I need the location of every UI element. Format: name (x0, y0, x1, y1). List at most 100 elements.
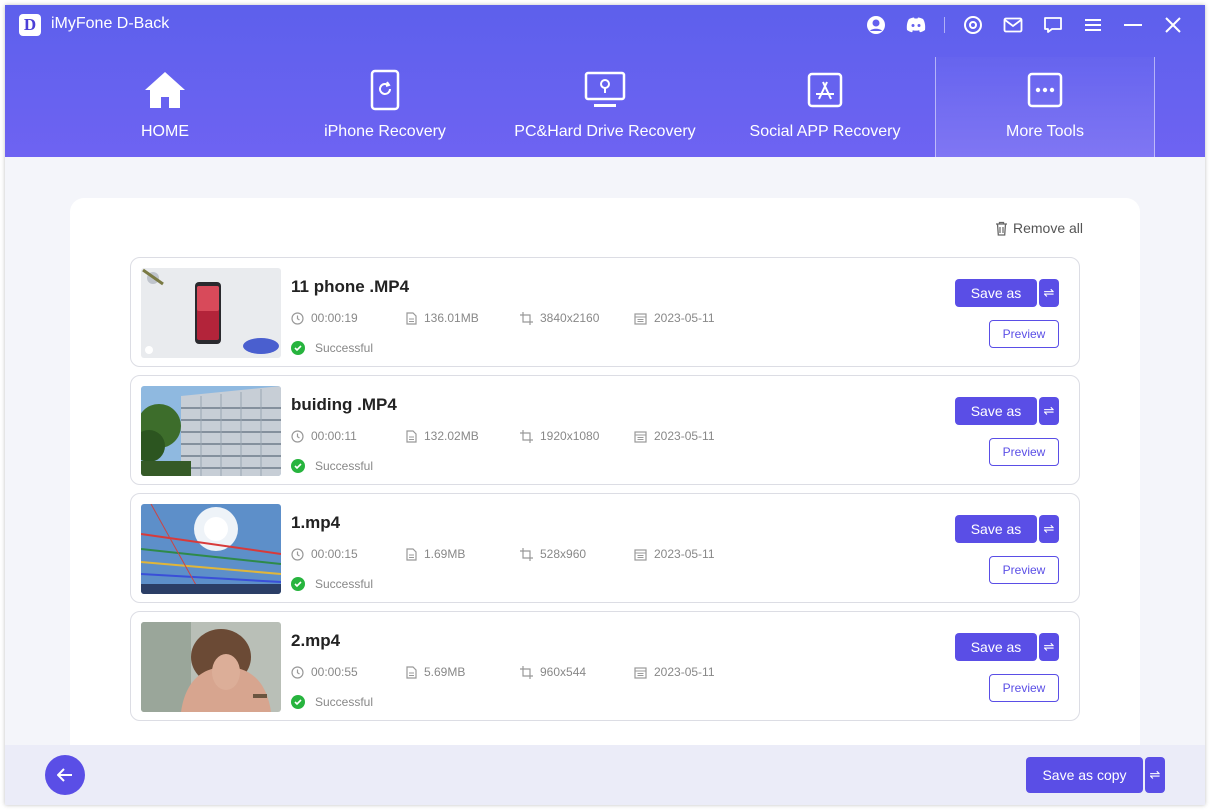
nav-iphone-recovery[interactable]: iPhone Recovery (275, 57, 495, 157)
video-thumbnail[interactable] (141, 622, 281, 712)
status-text: Successful (315, 577, 374, 591)
resolution-value: 960x544 (540, 665, 587, 679)
date: 2023-05-11 (634, 665, 715, 679)
crop-icon (520, 665, 533, 679)
file-size-value: 132.02MB (424, 429, 479, 443)
preview-button[interactable]: Preview (989, 674, 1059, 702)
date: 2023-05-11 (634, 547, 715, 561)
file-icon (406, 547, 417, 561)
calendar-icon (634, 312, 647, 325)
file-name: buiding .MP4 (291, 395, 397, 414)
file-name: 2.mp4 (291, 631, 341, 650)
resolution-value: 3840x2160 (540, 311, 600, 325)
chat-icon[interactable] (1041, 13, 1065, 37)
date-value: 2023-05-11 (654, 311, 715, 325)
save-copy-options-button[interactable]: ⇌ (1145, 757, 1165, 793)
save-options-button[interactable]: ⇌ (1039, 633, 1059, 661)
save-as-button[interactable]: Save as (955, 633, 1037, 661)
save-as-button[interactable]: Save as (955, 515, 1037, 543)
save-options-button[interactable]: ⇌ (1039, 515, 1059, 543)
nav-pc-recovery[interactable]: PC&Hard Drive Recovery (495, 57, 715, 157)
calendar-icon (634, 430, 647, 443)
calendar-icon (634, 666, 647, 679)
video-thumbnail[interactable] (141, 268, 281, 358)
crop-icon (520, 547, 533, 561)
remove-all-button[interactable]: Remove all (995, 220, 1083, 236)
app-store-icon (802, 67, 848, 113)
resolution: 528x960 (520, 547, 586, 561)
duration: 00:00:11 (291, 429, 357, 443)
discord-icon[interactable] (904, 13, 928, 37)
arrow-left-icon (57, 768, 72, 782)
status-text: Successful (315, 341, 374, 355)
file-icon (406, 665, 417, 679)
date-value: 2023-05-11 (654, 429, 715, 443)
title-bar-icons (848, 13, 1185, 37)
date-value: 2023-05-11 (654, 547, 715, 561)
back-button[interactable] (45, 755, 85, 795)
file-name: 11 phone .MP4 (291, 277, 410, 296)
nav-label: PC&Hard Drive Recovery (514, 123, 696, 140)
video-thumbnail[interactable] (141, 386, 281, 476)
file-size-value: 136.01MB (424, 311, 479, 325)
menu-icon[interactable] (1081, 13, 1105, 37)
duration-value: 00:00:19 (311, 311, 358, 325)
nav-label: Social APP Recovery (749, 123, 901, 140)
iphone-recovery-icon (362, 67, 408, 113)
file-row: 11 phone .MP4 00:00:19 136.01MB 3840x216… (130, 257, 1080, 367)
title-bar: D iMyFone D-Back (5, 5, 1205, 45)
settings-icon[interactable] (961, 13, 985, 37)
file-row: 2.mp4 00:00:55 5.69MB 960x544 2023-05-11… (130, 611, 1080, 721)
nav-home[interactable]: HOME (55, 57, 275, 157)
user-icon[interactable] (864, 13, 888, 37)
crop-icon (520, 429, 533, 443)
more-tools-icon (1022, 67, 1068, 113)
minimize-icon[interactable] (1121, 13, 1145, 37)
file-list-card: Remove all 11 phone .MP4 00:00:19 136.01… (70, 198, 1140, 758)
nav-social-app-recovery[interactable]: Social APP Recovery (715, 57, 935, 157)
video-thumbnail[interactable] (141, 504, 281, 594)
nav-label: iPhone Recovery (324, 123, 446, 140)
footer-bar: Save as copy ⇌ (5, 745, 1205, 805)
recovery-status: Successful (291, 341, 373, 355)
resolution: 1920x1080 (520, 429, 599, 443)
close-icon[interactable] (1161, 13, 1185, 37)
resolution-value: 1920x1080 (540, 429, 600, 443)
recovery-status: Successful (291, 459, 373, 473)
calendar-icon (634, 548, 647, 561)
clock-icon (291, 311, 304, 325)
crop-icon (520, 311, 533, 325)
nav-more-tools[interactable]: More Tools (935, 57, 1155, 157)
duration-value: 00:00:11 (311, 429, 357, 443)
date-value: 2023-05-11 (654, 665, 715, 679)
file-icon (406, 311, 417, 325)
status-text: Successful (315, 459, 374, 473)
preview-button[interactable]: Preview (989, 438, 1059, 466)
nav-label: More Tools (1006, 123, 1084, 140)
date: 2023-05-11 (634, 311, 715, 325)
mail-icon[interactable] (1001, 13, 1025, 37)
app-title: iMyFone D-Back (51, 15, 170, 32)
save-as-copy-button[interactable]: Save as copy (1026, 757, 1143, 793)
check-icon (291, 695, 305, 709)
app-window: D iMyFone D-Back HOME iPhone Recovery PC… (5, 5, 1205, 805)
trash-icon (995, 221, 1007, 236)
file-size: 132.02MB (406, 429, 479, 443)
resolution: 960x544 (520, 665, 586, 679)
nav-label: HOME (141, 123, 189, 140)
duration-value: 00:00:15 (311, 547, 358, 561)
save-as-button[interactable]: Save as (955, 279, 1037, 307)
app-logo: D (19, 14, 41, 36)
preview-button[interactable]: Preview (989, 556, 1059, 584)
file-row: 1.mp4 00:00:15 1.69MB 528x960 2023-05-11… (130, 493, 1080, 603)
file-size: 136.01MB (406, 311, 479, 325)
resolution: 3840x2160 (520, 311, 599, 325)
save-options-button[interactable]: ⇌ (1039, 397, 1059, 425)
save-as-button[interactable]: Save as (955, 397, 1037, 425)
main-nav: HOME iPhone Recovery PC&Hard Drive Recov… (5, 57, 1205, 157)
duration-value: 00:00:55 (311, 665, 358, 679)
preview-button[interactable]: Preview (989, 320, 1059, 348)
check-icon (291, 459, 305, 473)
save-options-button[interactable]: ⇌ (1039, 279, 1059, 307)
status-text: Successful (315, 695, 374, 709)
